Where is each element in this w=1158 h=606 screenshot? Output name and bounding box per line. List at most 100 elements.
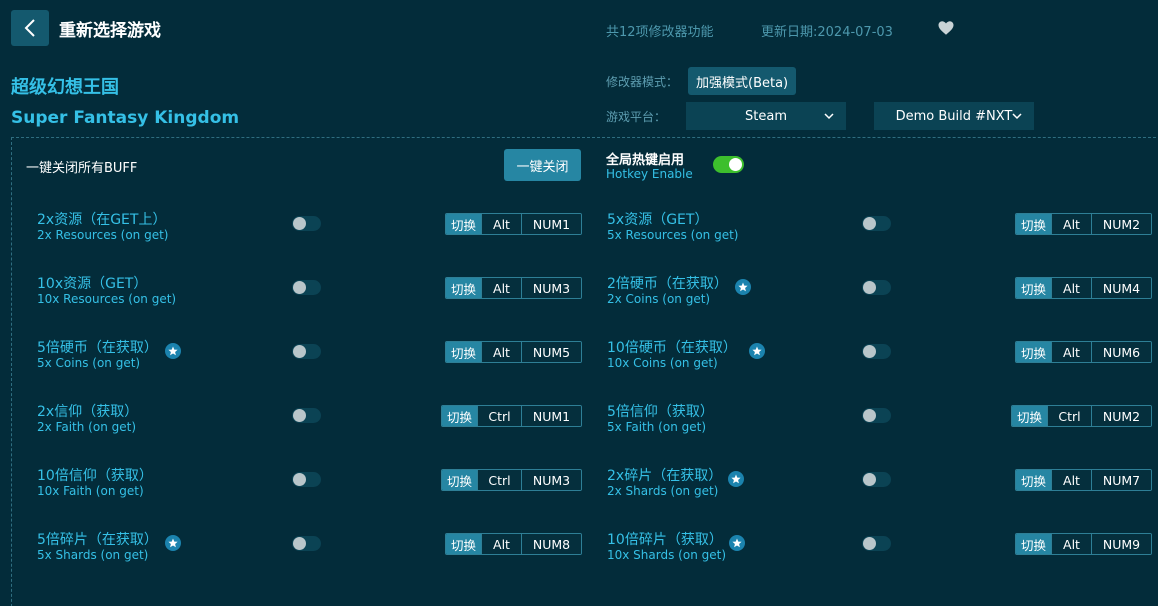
hotkey-key[interactable]: NUM3 <box>521 470 581 490</box>
game-title-en: Super Fantasy Kingdom <box>11 108 240 128</box>
feature-toggle[interactable] <box>862 344 891 359</box>
version-value: Demo Build #NXT <box>895 108 1013 124</box>
feature-label-en: 2x Shards (on get) <box>607 484 719 498</box>
hotkey-switch-label[interactable]: 切换 <box>442 406 477 426</box>
hotkey-key[interactable]: NUM5 <box>521 342 581 362</box>
hotkey-switch-label[interactable]: 切换 <box>1016 534 1051 554</box>
feature-label-cn: 2倍硬币（在获取） <box>607 276 728 292</box>
feature-count: 共12项修改器功能 <box>606 25 714 40</box>
feature-label-en: 5x Resources (on get) <box>607 228 739 242</box>
hotkey-switch-label[interactable]: 切换 <box>1016 214 1051 234</box>
hotkey-switch-label[interactable]: 切换 <box>442 470 477 490</box>
hotkey-key[interactable]: NUM4 <box>1091 278 1151 298</box>
feature-toggle[interactable] <box>862 216 891 231</box>
chevron-down-icon <box>1012 113 1022 120</box>
toggle-knob <box>293 409 306 422</box>
back-button[interactable] <box>11 10 49 46</box>
feature-toggle[interactable] <box>862 408 891 423</box>
feature-label-cn: 5倍硬币（在获取） <box>37 340 158 356</box>
feature-toggle[interactable] <box>862 472 891 487</box>
toggle-knob <box>863 537 876 550</box>
hotkey-key[interactable]: NUM8 <box>521 534 581 554</box>
chevron-left-icon <box>24 19 35 37</box>
hotkey-switch-label[interactable]: 切换 <box>1012 406 1047 426</box>
features-panel <box>11 137 1158 606</box>
feature-label-en: 10x Coins (on get) <box>607 356 718 370</box>
hotkey-modifier[interactable]: Alt <box>1051 470 1091 490</box>
hotkey-combo[interactable]: 切换 Ctrl NUM1 <box>441 405 582 427</box>
switch-knob <box>729 158 742 171</box>
star-icon <box>165 535 181 551</box>
feature-toggle[interactable] <box>292 344 321 359</box>
all-off-label: 一键关闭所有BUFF <box>26 161 138 176</box>
hotkey-key[interactable]: NUM2 <box>1091 214 1151 234</box>
hotkey-combo[interactable]: 切换 Alt NUM7 <box>1015 469 1152 491</box>
feature-label-cn: 5倍碎片（在获取） <box>37 532 158 548</box>
feature-toggle[interactable] <box>292 472 321 487</box>
hotkey-key[interactable]: NUM7 <box>1091 470 1151 490</box>
heart-icon[interactable] <box>937 19 955 37</box>
hotkey-modifier[interactable]: Alt <box>481 214 521 234</box>
hotkey-key[interactable]: NUM3 <box>521 278 581 298</box>
hotkey-enable-switch[interactable] <box>713 156 744 173</box>
hotkey-key[interactable]: NUM1 <box>521 214 581 234</box>
hotkey-modifier[interactable]: Alt <box>481 278 521 298</box>
hotkey-key[interactable]: NUM6 <box>1091 342 1151 362</box>
feature-toggle[interactable] <box>862 536 891 551</box>
hotkey-key[interactable]: NUM2 <box>1091 406 1151 426</box>
version-dropdown[interactable]: Demo Build #NXT <box>874 102 1034 130</box>
hotkey-switch-label[interactable]: 切换 <box>446 278 481 298</box>
hotkey-switch-label[interactable]: 切换 <box>446 534 481 554</box>
hotkey-combo[interactable]: 切换 Alt NUM3 <box>445 277 582 299</box>
feature-label-en: 2x Coins (on get) <box>607 292 711 306</box>
toggle-knob <box>293 217 306 230</box>
hotkey-enable-label-en: Hotkey Enable <box>606 167 693 181</box>
hotkey-combo[interactable]: 切换 Alt NUM5 <box>445 341 582 363</box>
mode-badge[interactable]: 加强模式(Beta) <box>688 67 797 95</box>
hotkey-modifier[interactable]: Ctrl <box>1047 406 1091 426</box>
hotkey-key[interactable]: NUM1 <box>521 406 581 426</box>
feature-toggle[interactable] <box>292 216 321 231</box>
hotkey-combo[interactable]: 切换 Alt NUM8 <box>445 533 582 555</box>
platform-dropdown[interactable]: Steam <box>686 102 846 130</box>
toggle-knob <box>293 345 306 358</box>
hotkey-key[interactable]: NUM9 <box>1091 534 1151 554</box>
hotkey-modifier[interactable]: Alt <box>1051 342 1091 362</box>
hotkey-combo[interactable]: 切换 Alt NUM1 <box>445 213 582 235</box>
hotkey-switch-label[interactable]: 切换 <box>1016 342 1051 362</box>
hotkey-combo[interactable]: 切换 Alt NUM2 <box>1015 213 1152 235</box>
hotkey-switch-label[interactable]: 切换 <box>1016 278 1051 298</box>
feature-toggle[interactable] <box>292 408 321 423</box>
feature-label-en: 2x Faith (on get) <box>37 420 136 434</box>
hotkey-combo[interactable]: 切换 Alt NUM4 <box>1015 277 1152 299</box>
hotkey-switch-label[interactable]: 切换 <box>1016 470 1051 490</box>
toggle-knob <box>863 345 876 358</box>
feature-toggle[interactable] <box>292 280 321 295</box>
all-off-button[interactable]: 一键关闭 <box>504 149 581 181</box>
hotkey-modifier[interactable]: Ctrl <box>477 406 521 426</box>
star-icon <box>735 279 751 295</box>
hotkey-modifier[interactable]: Alt <box>1051 214 1091 234</box>
feature-label-cn: 2x资源（在GET上） <box>37 212 167 228</box>
hotkey-combo[interactable]: 切换 Ctrl NUM3 <box>441 469 582 491</box>
hotkey-modifier[interactable]: Alt <box>1051 278 1091 298</box>
hotkey-modifier[interactable]: Ctrl <box>477 470 521 490</box>
page-title: 重新选择游戏 <box>59 21 161 41</box>
hotkey-modifier[interactable]: Alt <box>1051 534 1091 554</box>
hotkey-combo[interactable]: 切换 Alt NUM9 <box>1015 533 1152 555</box>
update-date: 更新日期:2024-07-03 <box>761 25 893 40</box>
toggle-knob <box>863 473 876 486</box>
hotkey-modifier[interactable]: Alt <box>481 342 521 362</box>
feature-label-cn: 10x资源（GET） <box>37 276 148 292</box>
hotkey-combo[interactable]: 切换 Alt NUM6 <box>1015 341 1152 363</box>
feature-label-en: 2x Resources (on get) <box>37 228 169 242</box>
hotkey-switch-label[interactable]: 切换 <box>446 342 481 362</box>
feature-label-cn: 10倍碎片（获取） <box>607 532 723 548</box>
toggle-knob <box>863 217 876 230</box>
star-icon <box>729 535 745 551</box>
feature-toggle[interactable] <box>862 280 891 295</box>
feature-toggle[interactable] <box>292 536 321 551</box>
hotkey-switch-label[interactable]: 切换 <box>446 214 481 234</box>
hotkey-combo[interactable]: 切换 Ctrl NUM2 <box>1011 405 1152 427</box>
hotkey-modifier[interactable]: Alt <box>481 534 521 554</box>
